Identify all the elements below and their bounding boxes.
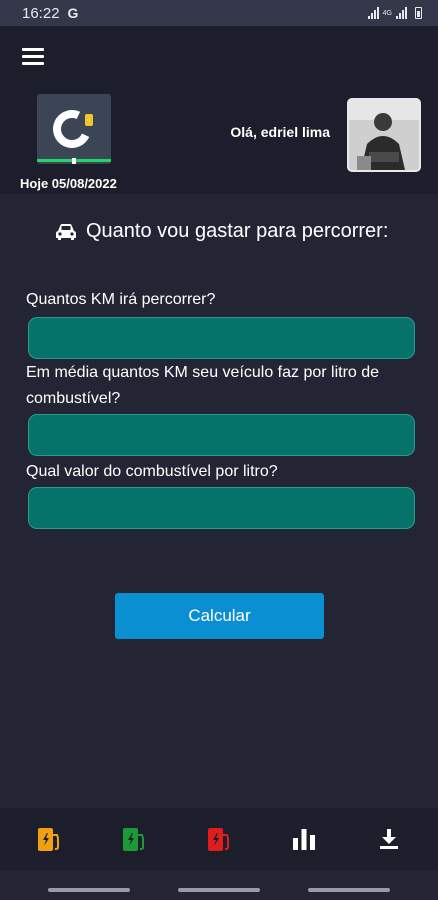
- app-logo: [37, 94, 111, 164]
- download-icon: [380, 829, 399, 849]
- form-title-row: Quanto vou gastar para percorrer:: [54, 220, 388, 243]
- car-icon: [56, 223, 76, 240]
- consumption-label: Em média quantos KM seu veículo faz por …: [26, 364, 380, 407]
- nav-fuel-orange[interactable]: [27, 817, 71, 861]
- avatar[interactable]: [347, 98, 421, 172]
- google-icon: G: [67, 5, 79, 21]
- km-input[interactable]: [28, 317, 415, 359]
- calculate-button[interactable]: Calcular: [115, 593, 324, 639]
- app-header: Hoje 05/08/2022 Olá, edriel lima: [0, 26, 438, 194]
- lte-label: 4G: [382, 9, 392, 17]
- form-title: Quanto vou gastar para percorrer:: [86, 220, 389, 242]
- user-photo-icon: [349, 100, 419, 170]
- nav-fuel-green[interactable]: [112, 817, 156, 861]
- nav-recents-handle[interactable]: [308, 888, 390, 892]
- battery-icon: [415, 7, 422, 19]
- signal-icon: [396, 7, 407, 19]
- fuel-pump-icon: [37, 828, 59, 851]
- status-bar: 16:22 G 4G: [0, 0, 438, 26]
- system-nav-bar: [0, 880, 438, 900]
- price-input[interactable]: [28, 487, 415, 529]
- km-label: Quantos KM irá percorrer?: [26, 291, 216, 308]
- menu-button[interactable]: [22, 48, 44, 66]
- nav-download[interactable]: [367, 817, 411, 861]
- bottom-nav: [0, 808, 438, 870]
- date-label: Hoje 05/08/2022: [20, 176, 117, 191]
- bar-chart-icon: [293, 829, 316, 850]
- fuel-pump-icon: [207, 828, 229, 851]
- greeting-text: Olá, edriel lima: [230, 124, 330, 140]
- consumption-input[interactable]: [28, 414, 415, 456]
- fuel-pump-icon: [122, 828, 144, 851]
- nav-home-handle[interactable]: [178, 888, 260, 892]
- nav-back-handle[interactable]: [48, 888, 130, 892]
- signal-icon: [367, 7, 379, 19]
- hamburger-icon: [22, 48, 44, 51]
- nav-statistics[interactable]: [282, 817, 326, 861]
- status-icons: 4G: [367, 7, 422, 19]
- status-time: 16:22: [22, 4, 60, 22]
- price-label: Qual valor do combustível por litro?: [26, 463, 278, 480]
- nav-fuel-red[interactable]: [197, 817, 241, 861]
